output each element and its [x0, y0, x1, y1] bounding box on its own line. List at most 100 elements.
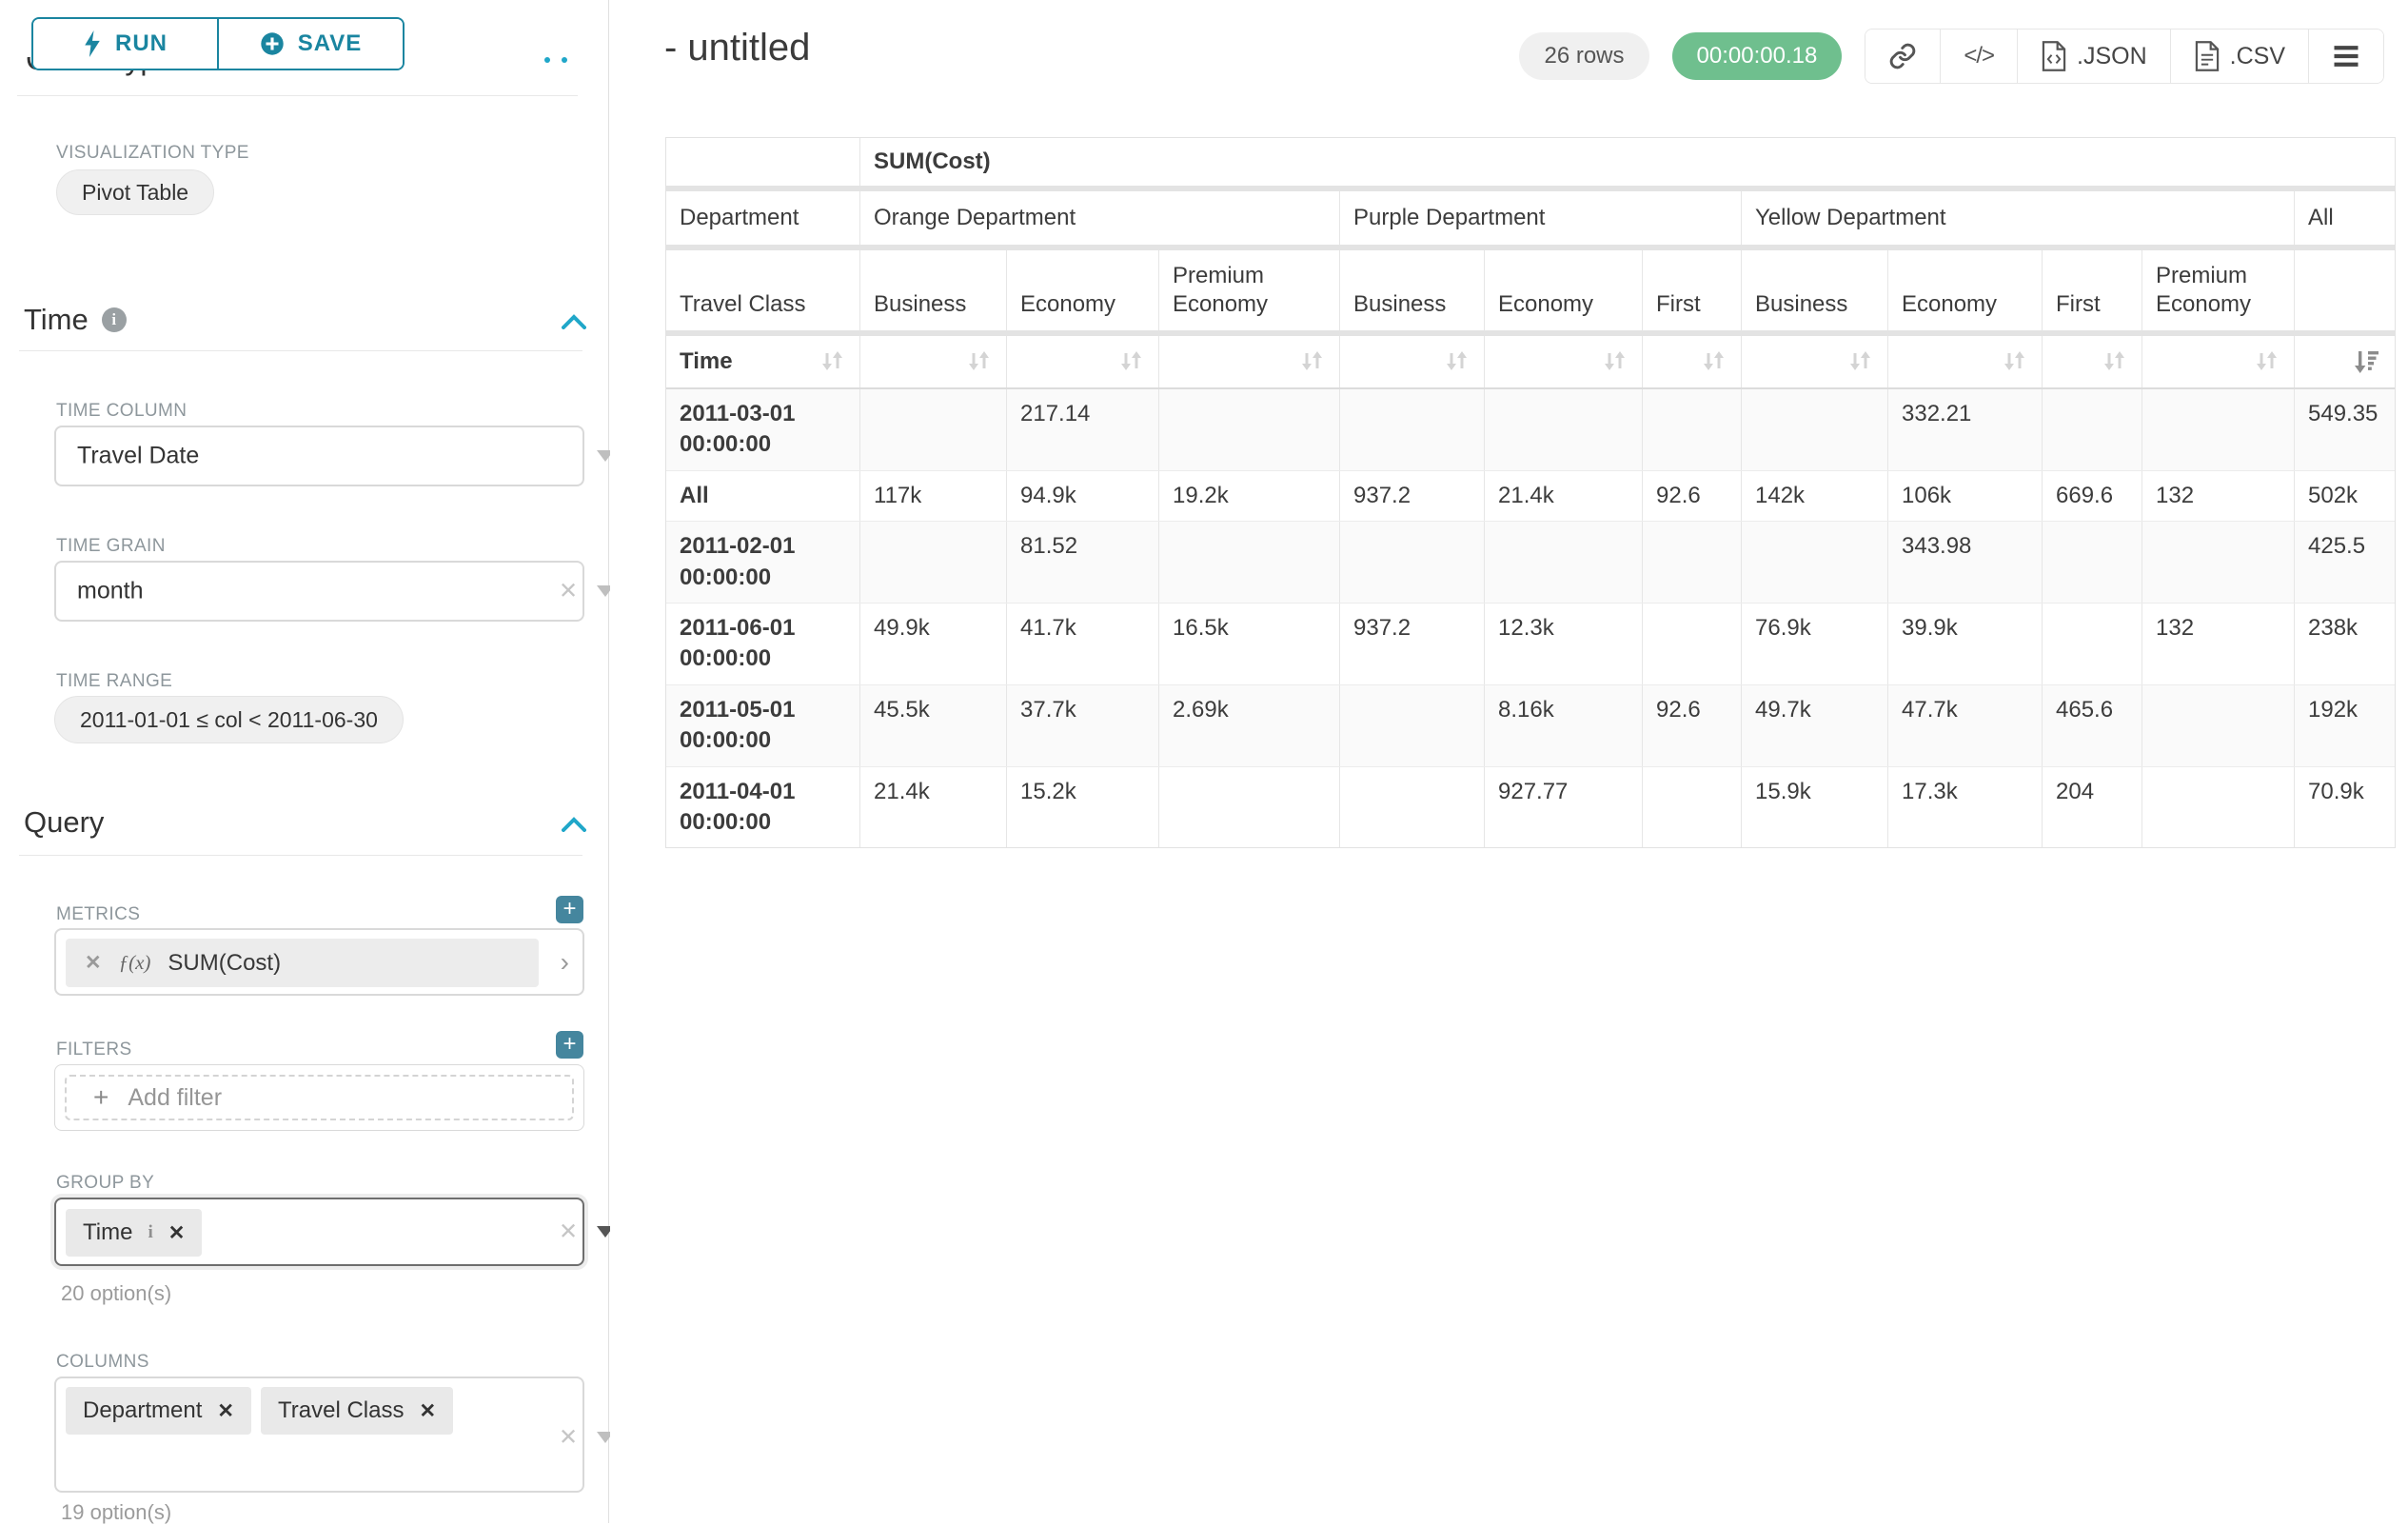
select-tag[interactable]: Department✕ [66, 1387, 251, 1435]
code-icon: </> [1964, 43, 1994, 69]
sort-arrows-icon[interactable] [1442, 347, 1470, 376]
sort-arrows-icon[interactable] [1297, 347, 1326, 376]
sort-descending-icon[interactable] [2352, 347, 2380, 376]
plus-circle-icon [260, 31, 285, 56]
remove-tag-icon[interactable]: ✕ [168, 1221, 186, 1245]
time-range-pill[interactable]: 2011-01-01 ≤ col < 2011-06-30 [54, 696, 404, 743]
sort-arrows-icon[interactable] [1699, 347, 1727, 376]
table-row: 2011-04-0100:00:0021.4k15.2k927.7715.9k1… [666, 767, 2395, 848]
sort-cell[interactable] [2142, 336, 2295, 387]
sort-cell[interactable] [1007, 336, 1159, 387]
value-cell: 8.16k [1485, 685, 1643, 766]
sort-cell[interactable] [1159, 336, 1340, 387]
export-json-button[interactable]: .JSON [2017, 30, 2170, 83]
value-cell [2142, 522, 2295, 603]
chevron-up-icon[interactable] [562, 314, 586, 329]
remove-tag-icon[interactable]: ✕ [217, 1399, 234, 1423]
run-button[interactable]: RUN [33, 19, 217, 69]
chart-title[interactable]: - untitled [664, 27, 810, 69]
value-cell [1340, 389, 1485, 470]
time-header-cell[interactable]: Time [666, 336, 860, 387]
column-header: First [1643, 250, 1742, 330]
sort-cell[interactable] [1888, 336, 2043, 387]
remove-tag-icon[interactable]: ✕ [419, 1399, 436, 1423]
sort-cell[interactable] [1340, 336, 1485, 387]
sort-arrows-icon[interactable] [1845, 347, 1874, 376]
add-filter-plus-button[interactable]: + [556, 1031, 583, 1059]
export-csv-button[interactable]: .CSV [2170, 30, 2308, 83]
row-label-cell: 2011-03-0100:00:00 [666, 389, 860, 470]
sort-arrows-icon[interactable] [1116, 347, 1145, 376]
column-group-header: Purple Department [1340, 191, 1742, 245]
add-metric-button[interactable]: + [556, 896, 583, 923]
tag-label: Travel Class [278, 1397, 404, 1424]
metrics-select[interactable]: ✕ ƒ(x) SUM(Cost) › [54, 928, 584, 996]
panel-drag-handle[interactable] [544, 57, 582, 67]
sort-cell[interactable] [1742, 336, 1888, 387]
embed-code-button[interactable]: </> [1940, 30, 2017, 83]
value-cell: 927.77 [1485, 767, 1643, 848]
sort-arrows-icon[interactable] [1600, 347, 1628, 376]
sort-cell[interactable] [2295, 336, 2394, 387]
clear-icon[interactable]: ✕ [559, 578, 578, 605]
group-by-select[interactable]: Timei✕ ✕ [54, 1198, 584, 1266]
clear-icon[interactable]: ✕ [559, 1424, 578, 1452]
control-panel: Chart Type RUN SAVE VISUALIZATION TYPE P… [0, 0, 609, 1523]
value-cell: 217.14 [1007, 389, 1159, 470]
column-header: Economy [1888, 250, 2043, 330]
value-cell [860, 389, 1007, 470]
value-cell: 47.7k [1888, 685, 2043, 766]
sort-cell[interactable] [1643, 336, 1742, 387]
menu-button[interactable] [2308, 30, 2383, 83]
group-by-option-count: 20 option(s) [61, 1281, 171, 1306]
remove-metric-icon[interactable]: ✕ [85, 951, 102, 975]
info-circle-icon[interactable]: i [102, 307, 127, 332]
columns-label: COLUMNS [56, 1352, 149, 1373]
value-cell [2043, 389, 2142, 470]
group-by-label: GROUP BY [56, 1173, 154, 1194]
time-range-label: TIME RANGE [56, 671, 172, 692]
clear-icon[interactable]: ✕ [559, 1218, 578, 1246]
value-cell: 465.6 [2043, 685, 2142, 766]
value-cell: 192k [2295, 685, 2394, 766]
add-filter-button[interactable]: + Add filter [65, 1075, 574, 1120]
value-cell: 12.3k [1485, 604, 1643, 684]
value-cell [1340, 767, 1485, 848]
sort-arrows-icon[interactable] [2000, 347, 2028, 376]
value-cell: 81.52 [1007, 522, 1159, 603]
chevron-up-icon[interactable] [562, 817, 586, 832]
value-cell: 132 [2142, 471, 2295, 521]
link-icon [1888, 42, 1917, 70]
metric-chip[interactable]: ✕ ƒ(x) SUM(Cost) [66, 939, 539, 987]
select-tag[interactable]: Timei✕ [66, 1209, 202, 1257]
sort-arrows-icon[interactable] [2100, 347, 2128, 376]
value-cell [2043, 604, 2142, 684]
column-header: Business [860, 250, 1007, 330]
value-cell: 132 [2142, 604, 2295, 684]
sort-cell[interactable] [1485, 336, 1643, 387]
value-cell: 41.7k [1007, 604, 1159, 684]
sort-cell[interactable] [2043, 336, 2142, 387]
time-grain-select[interactable]: month ✕ [54, 561, 584, 622]
share-link-button[interactable] [1865, 30, 1940, 83]
value-cell: 15.9k [1742, 767, 1888, 848]
value-cell [1643, 389, 1742, 470]
sort-arrows-icon[interactable] [818, 347, 846, 376]
value-cell: 21.4k [1485, 471, 1643, 521]
value-cell: 117k [860, 471, 1007, 521]
select-tag[interactable]: Travel Class ✕ [261, 1387, 453, 1435]
function-icon: ƒ(x) [119, 951, 151, 975]
save-button[interactable]: SAVE [217, 19, 403, 69]
metrics-label: METRICS [56, 904, 140, 925]
value-cell [2142, 389, 2295, 470]
sort-arrows-icon[interactable] [964, 347, 993, 376]
columns-select[interactable]: Department✕ Travel Class ✕ ✕ [54, 1376, 584, 1493]
sort-arrows-icon[interactable] [2252, 347, 2280, 376]
value-cell [1159, 389, 1340, 470]
sort-cell[interactable] [860, 336, 1007, 387]
value-cell [1485, 522, 1643, 603]
time-column-select[interactable]: Travel Date [54, 426, 584, 486]
viz-type-pill[interactable]: Pivot Table [56, 169, 214, 215]
chevron-right-icon[interactable]: › [561, 947, 569, 978]
info-icon[interactable]: i [148, 1222, 152, 1243]
